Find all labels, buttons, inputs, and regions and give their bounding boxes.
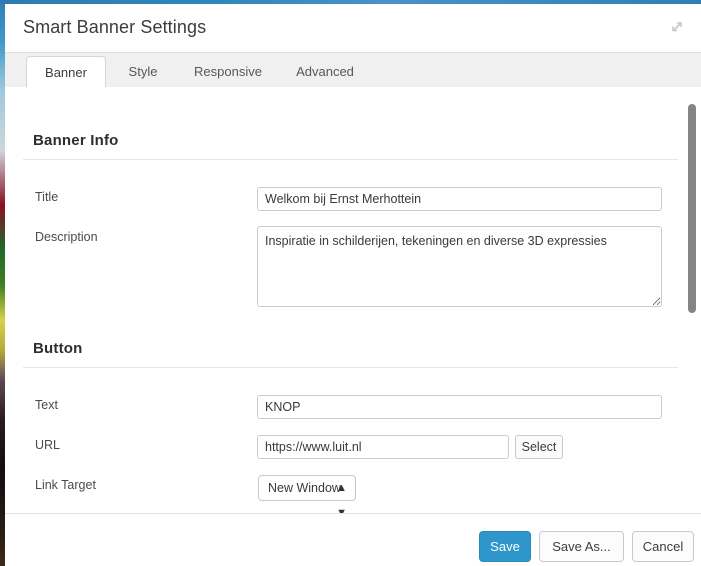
- tab-banner[interactable]: Banner: [26, 56, 106, 88]
- button-text-input[interactable]: [257, 395, 662, 419]
- link-target-select[interactable]: New Window ▲ ▼: [258, 475, 356, 513]
- select-stepper-arrows-icon: ▲ ▼: [336, 482, 347, 513]
- section-divider-banner-info: [23, 159, 678, 160]
- label-button-text: Text: [35, 398, 58, 412]
- settings-form: Banner Info Title Description Button Tex…: [5, 87, 701, 513]
- save-as-button[interactable]: Save As...: [539, 531, 624, 562]
- label-url: URL: [35, 438, 61, 452]
- section-heading-button: Button: [33, 340, 83, 357]
- label-title: Title: [35, 190, 59, 204]
- cancel-button[interactable]: Cancel: [632, 531, 694, 562]
- label-description: Description: [35, 230, 98, 244]
- smart-banner-settings-dialog: Smart Banner Settings Banner Style Respo…: [5, 4, 701, 566]
- dialog-header: Smart Banner Settings: [5, 4, 701, 53]
- url-input[interactable]: [257, 435, 509, 459]
- vertical-scrollbar-track[interactable]: [685, 90, 699, 510]
- title-input[interactable]: [257, 187, 662, 211]
- vertical-scrollbar-thumb[interactable]: [688, 104, 696, 313]
- settings-form-scroll-area: Banner Info Title Description Button Tex…: [5, 87, 701, 513]
- tab-responsive[interactable]: Responsive: [180, 56, 276, 88]
- link-target-selected-value: New Window: [268, 481, 341, 495]
- tab-bar: Banner Style Responsive Advanced: [5, 53, 701, 88]
- dialog-footer: Save Save As... Cancel: [5, 513, 701, 566]
- tab-style[interactable]: Style: [112, 56, 174, 88]
- section-divider-button: [23, 367, 678, 368]
- label-link-target: Link Target: [35, 478, 96, 492]
- save-button[interactable]: Save: [479, 531, 531, 562]
- description-textarea[interactable]: [257, 226, 662, 307]
- section-heading-banner-info: Banner Info: [33, 132, 119, 149]
- select-url-button[interactable]: Select: [515, 435, 563, 459]
- tab-advanced[interactable]: Advanced: [282, 56, 368, 88]
- expand-diagonal-icon[interactable]: [666, 16, 688, 38]
- page-title: Smart Banner Settings: [23, 17, 207, 37]
